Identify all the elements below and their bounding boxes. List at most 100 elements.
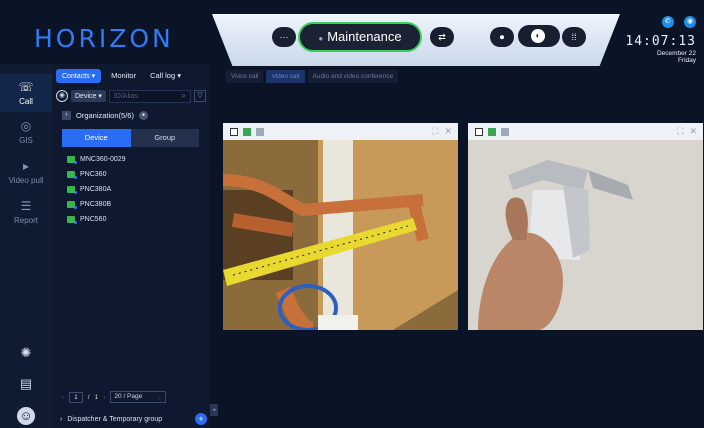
device-icon (243, 127, 251, 136)
dispatcher-group-row[interactable]: › Dispatcher & Temporary group + (60, 413, 207, 425)
list-item[interactable]: PNC380B (67, 197, 126, 212)
video-image-bracket (468, 140, 703, 330)
list-item[interactable]: MNC360-0029 (67, 152, 126, 167)
clock-day: Friday (677, 57, 696, 64)
report-icon: ☰ (20, 199, 32, 213)
device-name: PNC360 (80, 171, 107, 178)
back-icon[interactable]: ‹ (62, 111, 71, 120)
device-icon (488, 127, 496, 136)
clock-area: ✆ ◉ 14:07:13 December 22 Friday (625, 10, 696, 64)
keypad-button[interactable]: ⁞⁞ (562, 27, 586, 47)
chevron-down-icon: ⌄ (156, 394, 163, 401)
video-feed-2[interactable] (468, 140, 703, 330)
switch-icon[interactable]: ⇄ (430, 27, 454, 47)
page-separator: / (87, 393, 90, 401)
pagination: ‹ 1 / 1 › 20 / Page ⌄ (62, 391, 167, 403)
device-name: PNC380B (80, 201, 112, 208)
top-control-bar: ··· ● Maintenance ⇄ ⏺ ◐ ⁞⁞ (212, 14, 620, 66)
search-icon[interactable]: ⌕ (182, 91, 186, 101)
device-name: PNC380A (80, 186, 112, 193)
group-tab[interactable]: Group (131, 129, 200, 147)
video-image-pipes (223, 140, 458, 330)
close-icon[interactable]: ✕ (444, 126, 452, 136)
maintenance-status-button[interactable]: ● Maintenance (298, 22, 422, 52)
tab-av-conference[interactable]: Audio and video conference (307, 70, 399, 83)
page-total: 1 (94, 393, 99, 401)
organization-label: Organization(5/6) (76, 111, 134, 120)
call-type-tabs: Voice call Video call Audio and video co… (226, 70, 399, 83)
video-play-icon: ▸ (22, 159, 30, 173)
nav-video-pull[interactable]: ▸ Video pull (0, 156, 52, 190)
prev-page-icon[interactable]: ‹ (62, 394, 64, 401)
device-group-switch: Device Group (62, 129, 199, 147)
more-button[interactable]: ··· (272, 27, 296, 47)
page-size-value: 20 / Page (114, 393, 143, 400)
nav-call-label: Call (19, 97, 33, 106)
speaker-toggle[interactable]: ◐ (518, 25, 560, 47)
device-icon (67, 156, 77, 164)
fullscreen-icon[interactable]: ⛶ (432, 126, 438, 136)
video-window-2: ⛶ ✕ (468, 123, 703, 330)
page-input[interactable]: 1 (69, 391, 83, 403)
fullscreen-icon[interactable]: ⛶ (677, 126, 683, 136)
device-list: MNC360-0029 PNC360 PNC380A PNC380B PNC56… (67, 152, 126, 227)
video-window-toolbar: ⛶ ✕ (223, 123, 458, 140)
tab-voice-call[interactable]: Voice call (226, 70, 264, 83)
add-group-button[interactable]: + (195, 413, 207, 425)
call-log-tab[interactable]: Call log ▾ (146, 68, 185, 83)
map-pin-icon: ◎ (20, 119, 32, 133)
video-feed-1[interactable] (223, 140, 458, 330)
device-icon (67, 171, 77, 179)
nav-report[interactable]: ☰ Report (0, 196, 52, 230)
maintenance-label: Maintenance (327, 29, 402, 44)
select-checkbox[interactable] (230, 127, 238, 136)
device-icon (67, 216, 77, 224)
device-icon (67, 186, 77, 194)
clock-date: December 22 (656, 50, 696, 57)
tab-video-call[interactable]: Video call (266, 70, 305, 83)
alarm-icon[interactable]: ✺ (17, 344, 35, 362)
device-name: PNC560 (80, 216, 107, 223)
message-icon[interactable]: ▤ (17, 375, 35, 393)
list-item[interactable]: PNC360 (67, 167, 126, 182)
left-nav: ☏ Call ◎ GIS ▸ Video pull ☰ Report ✺ ▤ ☺ (0, 64, 52, 428)
video-window-toolbar: ⛶ ✕ (468, 123, 703, 140)
collapse-panel-handle[interactable]: ◂ (210, 404, 218, 416)
video-window-1: ⛶ ✕ (223, 123, 458, 330)
user-avatar-icon[interactable]: ☺ (17, 407, 35, 425)
select-checkbox[interactable] (475, 127, 483, 136)
filter-icon[interactable]: ▽ (194, 90, 206, 102)
brand-logo: HORIZON (34, 24, 174, 53)
mic-button[interactable]: ⏺ (490, 27, 514, 47)
phone-status-icon[interactable]: ✆ (661, 16, 674, 28)
device-icon (67, 201, 77, 209)
nav-report-label: Report (13, 216, 38, 225)
call-icon: ☏ (18, 80, 34, 94)
list-item[interactable]: PNC560 (67, 212, 126, 227)
network-status-icon[interactable]: ◉ (684, 16, 696, 28)
search-placeholder: ID/Alias (113, 92, 138, 100)
contacts-panel: Contacts ▾ Monitor Call log ▾ ◉ Device ▾… (52, 64, 209, 428)
nav-call[interactable]: ☏ Call (0, 74, 52, 112)
dispatcher-label: Dispatcher & Temporary group (67, 415, 163, 423)
nav-gis-label: GIS (19, 136, 33, 145)
mute-icon[interactable] (256, 127, 264, 136)
close-icon[interactable]: ✕ (689, 126, 697, 136)
nav-gis[interactable]: ◎ GIS (0, 116, 52, 150)
next-page-icon[interactable]: › (103, 394, 105, 401)
device-type-select[interactable]: Device ▾ (71, 90, 106, 102)
eye-icon[interactable]: ● (138, 111, 148, 120)
clock-time: 14:07:13 (625, 34, 696, 49)
search-input[interactable]: ID/Alias ⌕ (108, 89, 191, 103)
device-name: MNC360-0029 (80, 156, 126, 163)
device-tab[interactable]: Device (62, 129, 131, 147)
mute-icon[interactable] (501, 127, 509, 136)
contacts-tab[interactable]: Contacts ▾ (56, 68, 102, 83)
list-item[interactable]: PNC380A (67, 182, 126, 197)
page-size-select[interactable]: 20 / Page ⌄ (110, 391, 167, 403)
chevron-right-icon: › (60, 415, 63, 423)
monitor-tab[interactable]: Monitor (107, 68, 140, 83)
mic-icon: ● (318, 34, 324, 43)
location-icon[interactable]: ◉ (56, 90, 68, 102)
speaker-icon: ◐ (531, 29, 545, 43)
